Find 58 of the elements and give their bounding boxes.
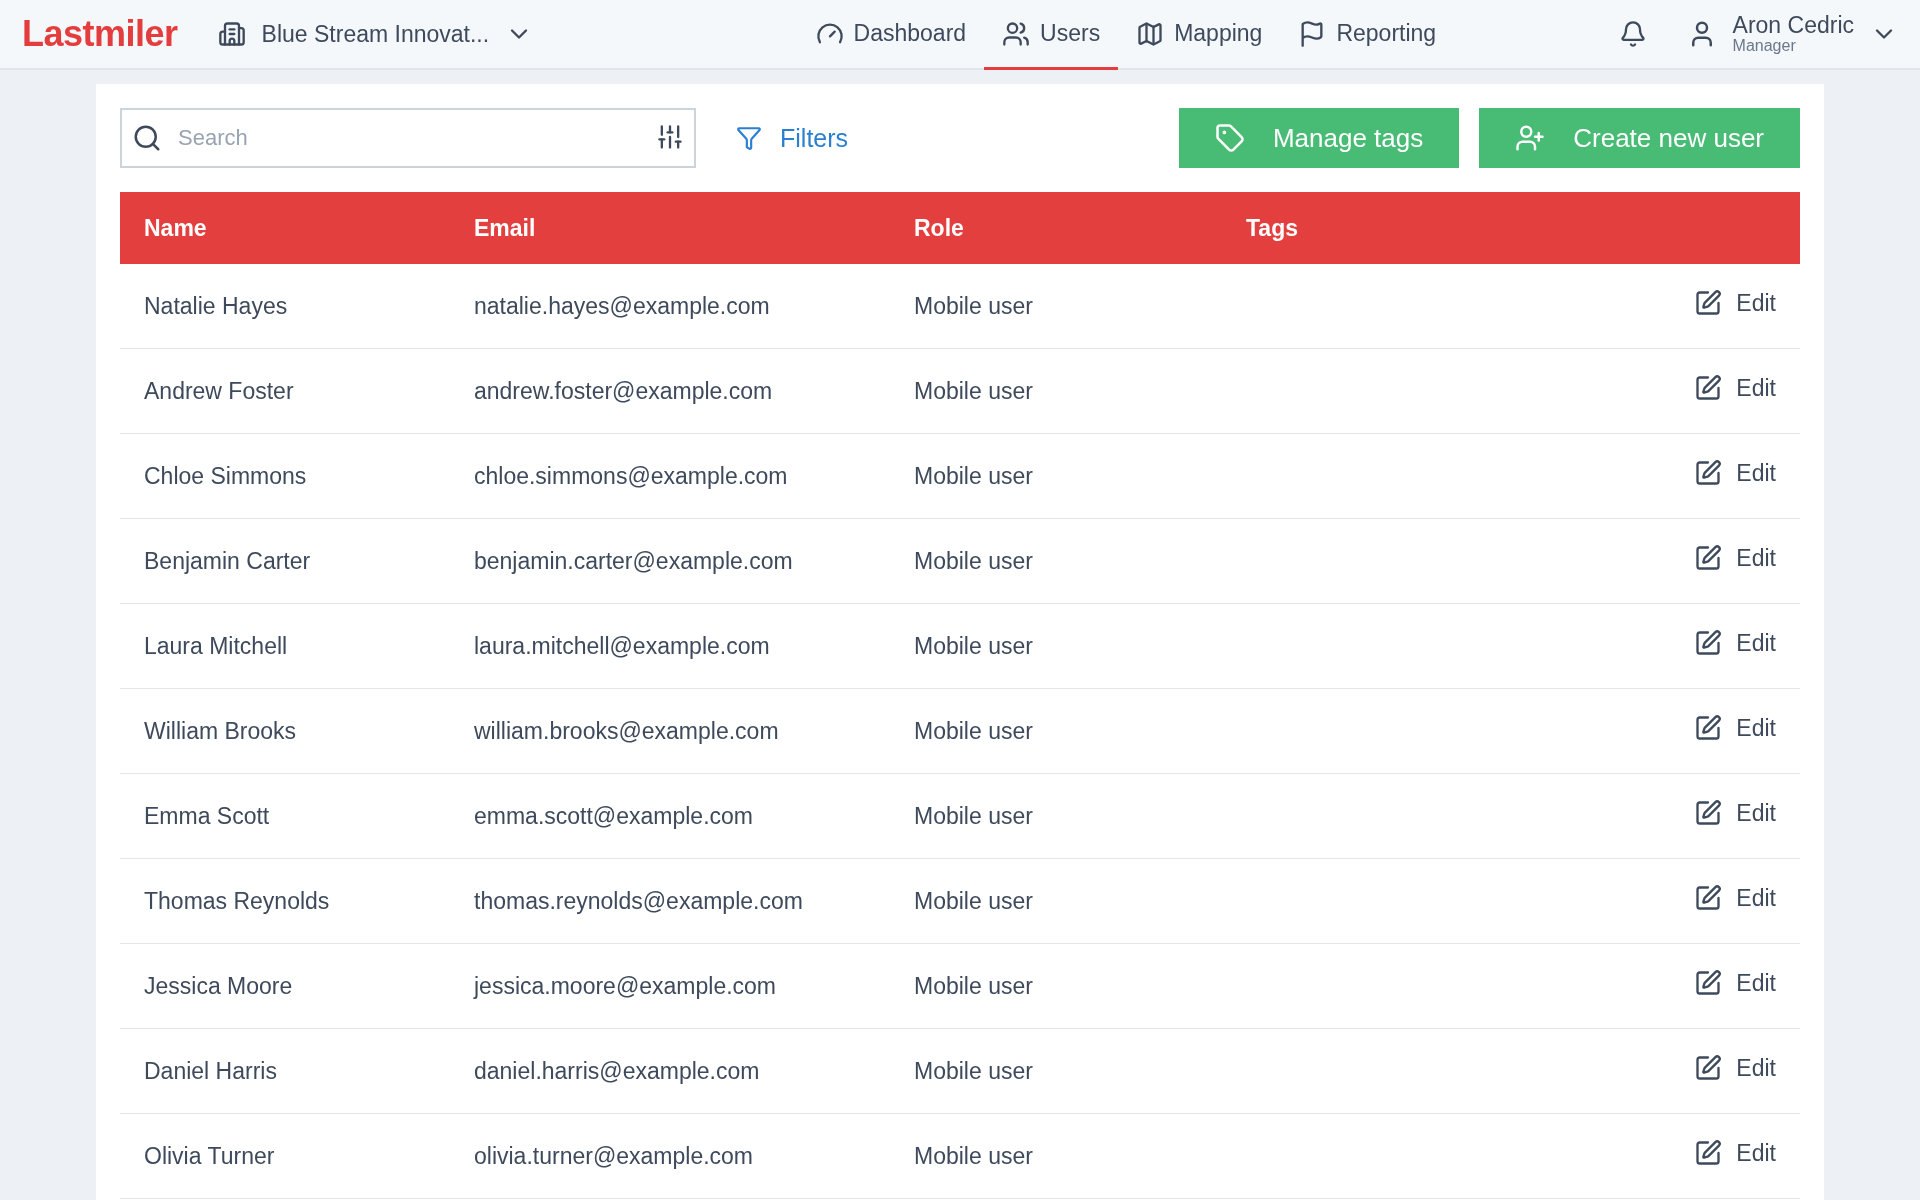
table-cell: Mobile user: [890, 264, 1222, 349]
nav-tab[interactable]: Users: [984, 0, 1119, 70]
table-cell: Benjamin Carter: [120, 518, 450, 604]
table-cell: andrew.foster@example.com: [450, 348, 890, 434]
table-cell: Mobile user: [890, 943, 1222, 1029]
table-cell: benjamin.carter@example.com: [450, 518, 890, 604]
table-cell: laura.mitchell@example.com: [450, 603, 890, 689]
edit-link[interactable]: Edit: [1694, 884, 1776, 912]
column-header: Email: [450, 192, 890, 264]
table-cell: Jessica Moore: [120, 943, 450, 1029]
table-cell: Mobile user: [890, 603, 1222, 689]
edit-link[interactable]: Edit: [1694, 459, 1776, 487]
logo: Lastmiler: [22, 13, 178, 55]
table-cell: Andrew Foster: [120, 348, 450, 434]
table-cell: William Brooks: [120, 688, 450, 774]
table-cell: Natalie Hayes: [120, 264, 450, 349]
table-cell: Mobile user: [890, 858, 1222, 944]
table-cell: Olivia Turner: [120, 1113, 450, 1199]
table-cell: Mobile user: [890, 773, 1222, 859]
edit-link[interactable]: Edit: [1694, 1054, 1776, 1082]
edit-link[interactable]: Edit: [1694, 969, 1776, 997]
column-header: Tags: [1222, 192, 1612, 264]
company-selector[interactable]: Blue Stream Innovat...: [217, 20, 534, 48]
table-cell: Mobile user: [890, 348, 1222, 434]
table-cell: Mobile user: [890, 518, 1222, 604]
edit-link[interactable]: Edit: [1694, 374, 1776, 402]
table-cell: Mobile user: [890, 1113, 1222, 1199]
nav-tab[interactable]: Reporting: [1280, 0, 1455, 70]
column-header: Role: [890, 192, 1222, 264]
search-field[interactable]: Search: [120, 108, 696, 168]
nav-tab[interactable]: Mapping: [1118, 0, 1281, 70]
edit-link[interactable]: Edit: [1694, 629, 1776, 657]
edit-link[interactable]: Edit: [1694, 799, 1776, 827]
column-header: Name: [120, 192, 450, 264]
table-cell: Mobile user: [890, 1028, 1222, 1114]
table-cell: Emma Scott: [120, 773, 450, 859]
table-cell: chloe.simmons@example.com: [450, 433, 890, 519]
table-cell: Laura Mitchell: [120, 603, 450, 689]
table-cell: Mobile user: [890, 433, 1222, 519]
table-cell: daniel.harris@example.com: [450, 1028, 890, 1114]
table-cell: Daniel Harris: [120, 1028, 450, 1114]
table-cell: Thomas Reynolds: [120, 858, 450, 944]
table-cell: olivia.turner@example.com: [450, 1113, 890, 1199]
edit-link[interactable]: Edit: [1694, 544, 1776, 572]
user-name[interactable]: Aron Cedric: [1732, 13, 1854, 37]
table-cell: emma.scott@example.com: [450, 773, 890, 859]
edit-link[interactable]: Edit: [1694, 1139, 1776, 1167]
table-cell: Chloe Simmons: [120, 433, 450, 519]
table-cell: thomas.reynolds@example.com: [450, 858, 890, 944]
table-cell: natalie.hayes@example.com: [450, 264, 890, 349]
filters-button[interactable]: Filters: [716, 123, 869, 153]
edit-link[interactable]: Edit: [1694, 289, 1776, 317]
table-cell: jessica.moore@example.com: [450, 943, 890, 1029]
table-cell: william.brooks@example.com: [450, 688, 890, 774]
user-role: Manager: [1732, 37, 1797, 55]
table-cell: Mobile user: [890, 688, 1222, 774]
edit-link[interactable]: Edit: [1694, 714, 1776, 742]
nav-tab[interactable]: Dashboard: [797, 0, 985, 70]
